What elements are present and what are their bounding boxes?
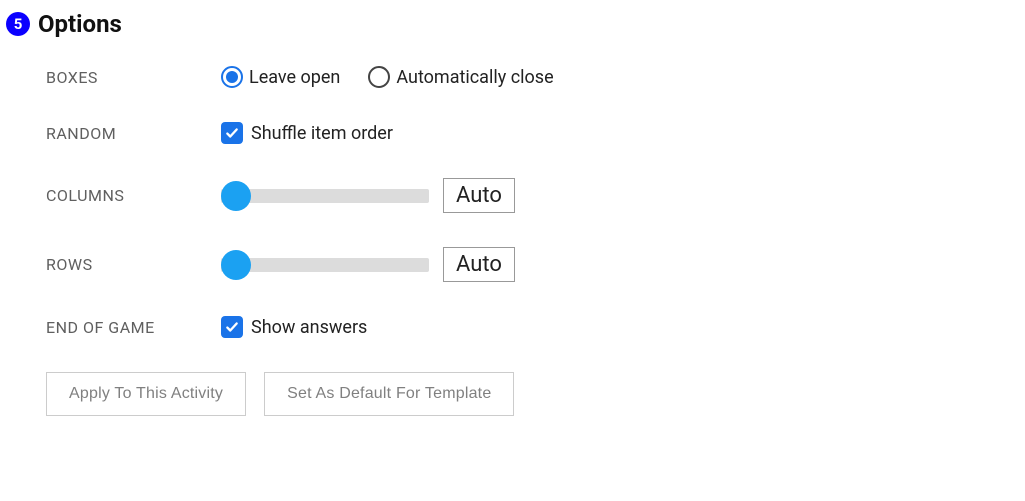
row-rows-label: ROWS [46, 255, 221, 274]
checkbox-show-answers[interactable]: Show answers [221, 316, 367, 338]
row-end-of-game-label: END OF GAME [46, 318, 221, 337]
columns-slider-track [221, 189, 429, 203]
row-boxes: BOXES Leave open Automatically close [46, 66, 1015, 88]
options-body: BOXES Leave open Automatically close RAN… [6, 66, 1015, 416]
rows-slider[interactable] [221, 250, 429, 280]
checkbox-shuffle-box [221, 122, 243, 144]
rows-value[interactable]: Auto [443, 247, 515, 282]
columns-slider-thumb[interactable] [221, 181, 251, 211]
columns-slider[interactable] [221, 181, 429, 211]
radio-auto-close-label: Automatically close [396, 67, 553, 88]
checkbox-show-answers-label: Show answers [251, 317, 367, 338]
radio-leave-open-label: Leave open [249, 67, 340, 88]
set-default-template-button[interactable]: Set As Default For Template [264, 372, 514, 416]
row-columns-label: COLUMNS [46, 186, 221, 205]
radio-auto-close-indicator [368, 66, 390, 88]
columns-value[interactable]: Auto [443, 178, 515, 213]
radio-leave-open[interactable]: Leave open [221, 66, 340, 88]
row-rows-controls: Auto [221, 247, 515, 282]
row-end-of-game-controls: Show answers [221, 316, 367, 338]
row-rows: ROWS Auto [46, 247, 1015, 282]
check-icon [225, 320, 239, 334]
row-random-label: RANDOM [46, 124, 221, 143]
section-title: Options [38, 10, 122, 38]
section-header: 5 Options [6, 10, 1015, 38]
checkbox-show-answers-box [221, 316, 243, 338]
step-number-badge: 5 [6, 12, 30, 36]
rows-slider-group: Auto [221, 247, 515, 282]
check-icon [225, 126, 239, 140]
apply-activity-button[interactable]: Apply To This Activity [46, 372, 246, 416]
radio-auto-close[interactable]: Automatically close [368, 66, 553, 88]
rows-slider-track [221, 258, 429, 272]
radio-leave-open-indicator [221, 66, 243, 88]
row-boxes-controls: Leave open Automatically close [221, 66, 554, 88]
row-boxes-label: BOXES [46, 68, 221, 87]
row-random-controls: Shuffle item order [221, 122, 393, 144]
rows-slider-thumb[interactable] [221, 250, 251, 280]
checkbox-shuffle-label: Shuffle item order [251, 123, 393, 144]
checkbox-shuffle[interactable]: Shuffle item order [221, 122, 393, 144]
footer-buttons: Apply To This Activity Set As Default Fo… [46, 372, 1015, 416]
columns-slider-group: Auto [221, 178, 515, 213]
row-columns: COLUMNS Auto [46, 178, 1015, 213]
row-columns-controls: Auto [221, 178, 515, 213]
row-end-of-game: END OF GAME Show answers [46, 316, 1015, 338]
row-random: RANDOM Shuffle item order [46, 122, 1015, 144]
